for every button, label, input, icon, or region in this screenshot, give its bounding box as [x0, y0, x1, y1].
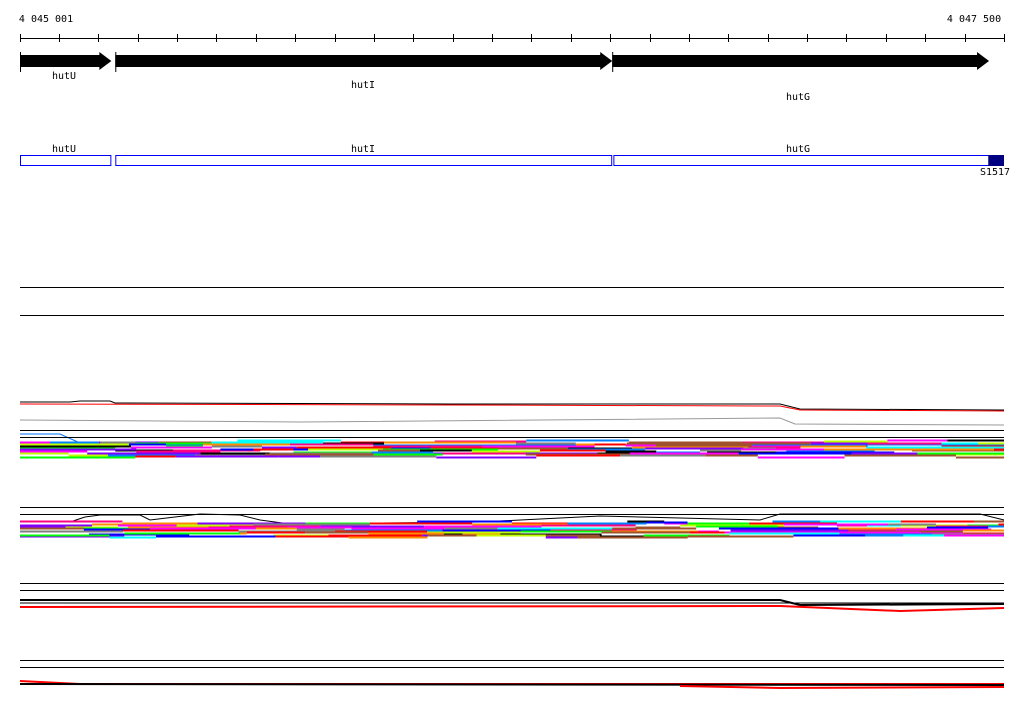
gene-arrow-hutI[interactable]	[115, 52, 613, 70]
feature-label-hutI[interactable]: hutI	[351, 144, 375, 155]
feature-box-hutG[interactable]	[613, 155, 1005, 166]
feature-label-hutG[interactable]: hutG	[786, 144, 810, 155]
gene-label-hutU[interactable]: hutU	[52, 71, 76, 82]
feature-box-hutU[interactable]	[20, 155, 112, 166]
feature-box-hutI[interactable]	[115, 155, 613, 166]
marker-label[interactable]: S1517	[980, 167, 1010, 178]
gene-arrow-hutG[interactable]	[612, 52, 990, 70]
axis-end-label: 4 047 500	[946, 14, 1002, 25]
gene-arrow-hutU[interactable]	[20, 52, 112, 70]
marker-block[interactable]	[988, 155, 1004, 166]
genome-browser-view: 4 045 001 4 047 500 hutU hutI hutG hutU …	[0, 0, 1024, 714]
gene-label-hutI[interactable]: hutI	[351, 80, 375, 91]
gene-label-hutG[interactable]: hutG	[786, 92, 810, 103]
tracks-canvas	[19, 34, 1005, 690]
coverage-line-top	[19, 683, 1005, 686]
coverage-line-red	[19, 403, 1005, 412]
axis-start-label: 4 045 001	[18, 14, 74, 25]
coverage-line-grey	[19, 417, 1005, 426]
coverage-line-red	[19, 604, 1005, 613]
feature-label-hutU[interactable]: hutU	[52, 144, 76, 155]
coverage-line-red	[679, 685, 1005, 690]
